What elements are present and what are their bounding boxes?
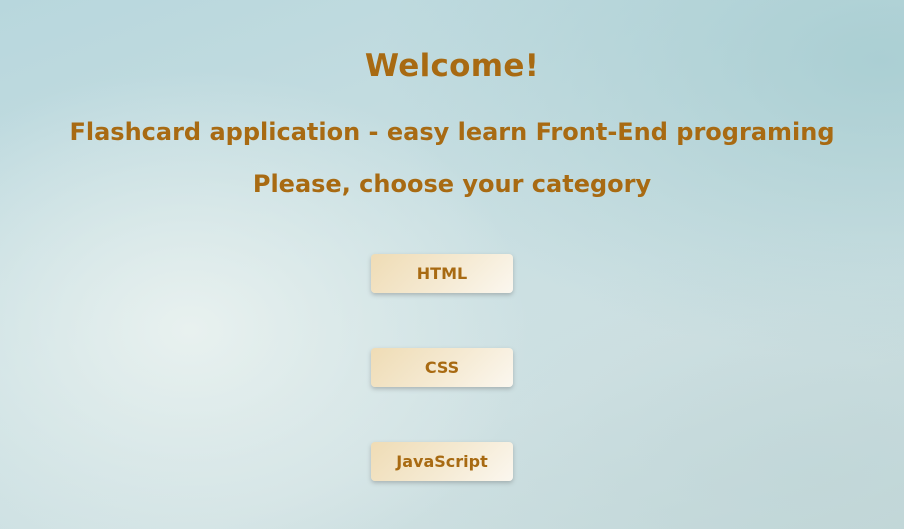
category-button-html[interactable]: HTML xyxy=(371,254,513,293)
category-button-javascript[interactable]: JavaScript xyxy=(371,442,513,481)
app-subtitle: Flashcard application - easy learn Front… xyxy=(69,118,835,146)
welcome-heading: Welcome! xyxy=(364,48,540,84)
category-button-css[interactable]: CSS xyxy=(371,348,513,387)
category-prompt: Please, choose your category xyxy=(252,170,652,198)
